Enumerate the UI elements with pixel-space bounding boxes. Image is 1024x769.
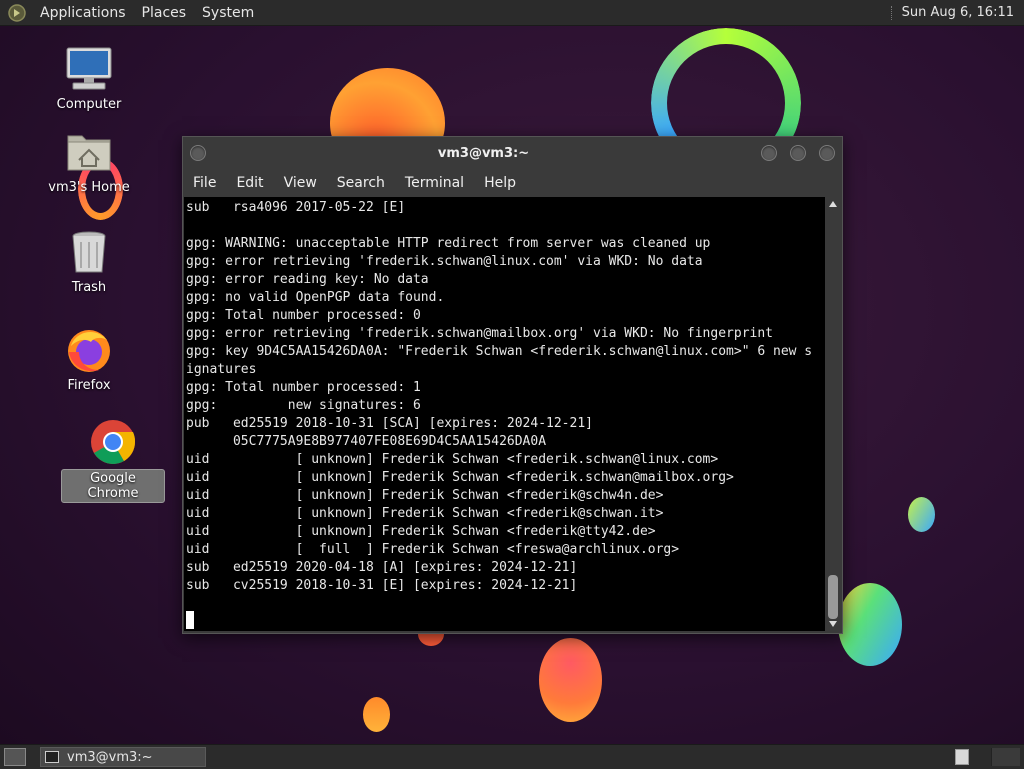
terminal-line: gpg: Total number processed: 1 — [186, 380, 421, 395]
maximize-button[interactable] — [790, 145, 806, 161]
terminal-line: uid [ unknown] Frederik Schwan <frederik… — [186, 506, 664, 521]
terminal-line: uid [ unknown] Frederik Schwan <frederik… — [186, 524, 656, 539]
menu-terminal[interactable]: Terminal — [395, 175, 474, 191]
menu-applications[interactable]: Applications — [32, 5, 134, 21]
chrome-icon — [89, 418, 137, 466]
terminal-line: uid [ unknown] Frederik Schwan <frederik… — [186, 488, 664, 503]
terminal-line: gpg: new signatures: 6 — [186, 398, 421, 413]
terminal-line: sub rsa4096 2017-05-22 [E] — [186, 200, 406, 215]
terminal-line: uid [ unknown] Frederik Schwan <frederik… — [186, 452, 719, 467]
window-menubar: File Edit View Search Terminal Help — [183, 169, 842, 197]
desktop-icon-chrome[interactable]: Google Chrome — [61, 418, 165, 503]
menu-search[interactable]: Search — [327, 175, 395, 191]
menu-system[interactable]: System — [194, 5, 262, 21]
terminal-line: sub ed25519 2020-04-18 [A] [expires: 202… — [186, 560, 578, 575]
desktop-icon-computer[interactable]: Computer — [39, 45, 139, 113]
window-titlebar[interactable]: vm3@vm3:~ — [183, 137, 842, 169]
terminal-line: ignatures — [186, 362, 257, 377]
window-menu-button[interactable] — [190, 145, 206, 161]
terminal-line: gpg: Total number processed: 0 — [186, 308, 421, 323]
desktop-icon-label: vm3's Home — [48, 180, 130, 195]
terminal-line: uid [ unknown] Frederik Schwan <frederik… — [186, 470, 734, 485]
terminal-line: gpg: no valid OpenPGP data found. — [186, 290, 445, 305]
wallpaper-blob — [539, 638, 602, 722]
terminal-text: sub rsa4096 2017-05-22 [E] gpg: WARNING:… — [184, 197, 825, 631]
window-title: vm3@vm3:~ — [437, 145, 530, 161]
minimize-button[interactable] — [761, 145, 777, 161]
scroll-down-icon[interactable] — [829, 621, 837, 627]
desktop-icon-firefox[interactable]: Firefox — [39, 326, 139, 394]
close-button[interactable] — [819, 145, 835, 161]
firefox-icon — [65, 326, 113, 374]
scroll-up-icon[interactable] — [829, 201, 837, 207]
terminal-line: gpg: key 9D4C5AA15426DA0A: "Frederik Sch… — [186, 344, 813, 359]
terminal-line: gpg: error retrieving 'frederik.schwan@l… — [186, 254, 703, 269]
computer-icon — [65, 45, 113, 93]
terminal-line: sub cv25519 2018-10-31 [E] [expires: 202… — [186, 578, 578, 593]
scrollbar-thumb[interactable] — [828, 575, 838, 619]
menu-view[interactable]: View — [274, 175, 327, 191]
top-panel: Applications Places System Sun Aug 6, 16… — [0, 0, 1024, 26]
desktop-icon-label: Firefox — [67, 378, 111, 393]
distro-logo-icon[interactable] — [8, 3, 26, 22]
terminal-output[interactable]: sub rsa4096 2017-05-22 [E] gpg: WARNING:… — [184, 197, 825, 631]
terminal-window[interactable]: vm3@vm3:~ File Edit View Search Terminal… — [182, 136, 843, 634]
workspace-1[interactable] — [955, 749, 969, 765]
desktop-icon-trash[interactable]: Trash — [39, 228, 139, 296]
workspace-2[interactable] — [991, 748, 1020, 766]
desktop-icon-label: Trash — [71, 280, 107, 295]
taskbar-item-label: vm3@vm3:~ — [67, 749, 153, 765]
desktop-icon-label: Computer — [56, 97, 122, 112]
menu-places[interactable]: Places — [134, 5, 195, 21]
desktop-icon-home[interactable]: vm3's Home — [39, 128, 139, 196]
show-desktop-icon[interactable] — [4, 748, 26, 766]
menu-help[interactable]: Help — [474, 175, 526, 191]
wallpaper-blob — [838, 583, 902, 666]
terminal-line: gpg: error reading key: No data — [186, 272, 429, 287]
terminal-scrollbar[interactable] — [826, 197, 840, 631]
terminal-icon — [45, 751, 59, 763]
terminal-cursor — [186, 611, 194, 629]
terminal-line: uid [ full ] Frederik Schwan <freswa@arc… — [186, 542, 680, 557]
menu-file[interactable]: File — [183, 175, 226, 191]
desktop-icon-label: Google Chrome — [61, 469, 165, 503]
bottom-panel: vm3@vm3:~ — [0, 744, 1024, 769]
taskbar-item-terminal[interactable]: vm3@vm3:~ — [40, 747, 206, 767]
wallpaper-blob — [363, 697, 390, 732]
terminal-line: 05C7775A9E8B977407FE08E69D4C5AA15426DA0A — [186, 434, 547, 449]
terminal-line: gpg: WARNING: unacceptable HTTP redirect… — [186, 236, 711, 251]
terminal-line: pub ed25519 2018-10-31 [SCA] [expires: 2… — [186, 416, 593, 431]
panel-separator — [890, 5, 894, 20]
home-folder-icon — [65, 128, 113, 176]
clock[interactable]: Sun Aug 6, 16:11 — [902, 5, 1024, 20]
wallpaper-blob — [908, 497, 935, 532]
menu-edit[interactable]: Edit — [226, 175, 273, 191]
trash-icon — [65, 228, 113, 276]
terminal-line: gpg: error retrieving 'frederik.schwan@m… — [186, 326, 773, 341]
